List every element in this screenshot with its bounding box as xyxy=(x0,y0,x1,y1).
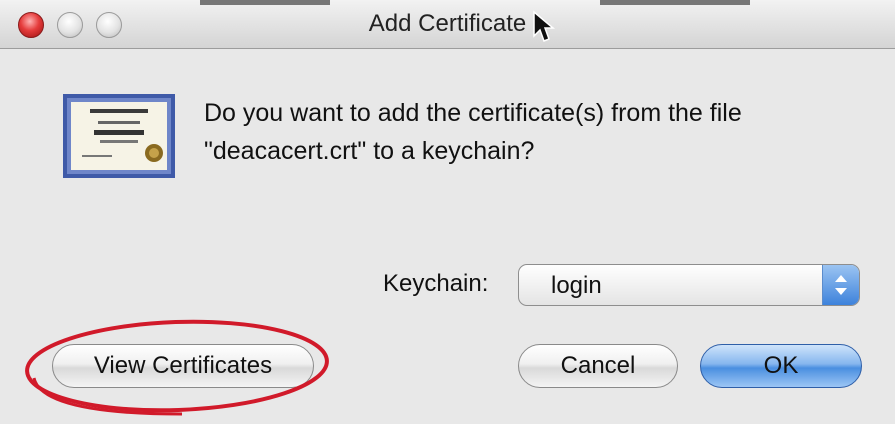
annotation-circle xyxy=(25,319,329,416)
title-bar[interactable]: Add Certificate xyxy=(0,0,895,49)
background-window-text-fragment xyxy=(600,0,750,5)
up-down-arrows-icon[interactable] xyxy=(822,265,859,305)
window-title: Add Certificate xyxy=(368,10,527,37)
cancel-button[interactable]: Cancel xyxy=(518,344,678,388)
keychain-selected-value: login xyxy=(551,272,602,299)
keychain-label: Keychain: xyxy=(383,270,489,297)
keychain-popup[interactable]: login xyxy=(518,264,860,306)
prompt-line-2: "deacacert.crt" to a keychain? xyxy=(204,137,535,165)
mouse-pointer-icon xyxy=(533,10,556,42)
certificate-icon xyxy=(63,94,175,178)
ok-button[interactable]: OK xyxy=(700,344,862,388)
background-window-text-fragment xyxy=(200,0,330,5)
prompt-line-1: Do you want to add the certificate(s) fr… xyxy=(204,99,742,127)
add-certificate-dialog: Add Certificate Do you want to add the c… xyxy=(0,0,895,424)
prompt-message: Do you want to add the certificate(s) fr… xyxy=(204,94,844,170)
